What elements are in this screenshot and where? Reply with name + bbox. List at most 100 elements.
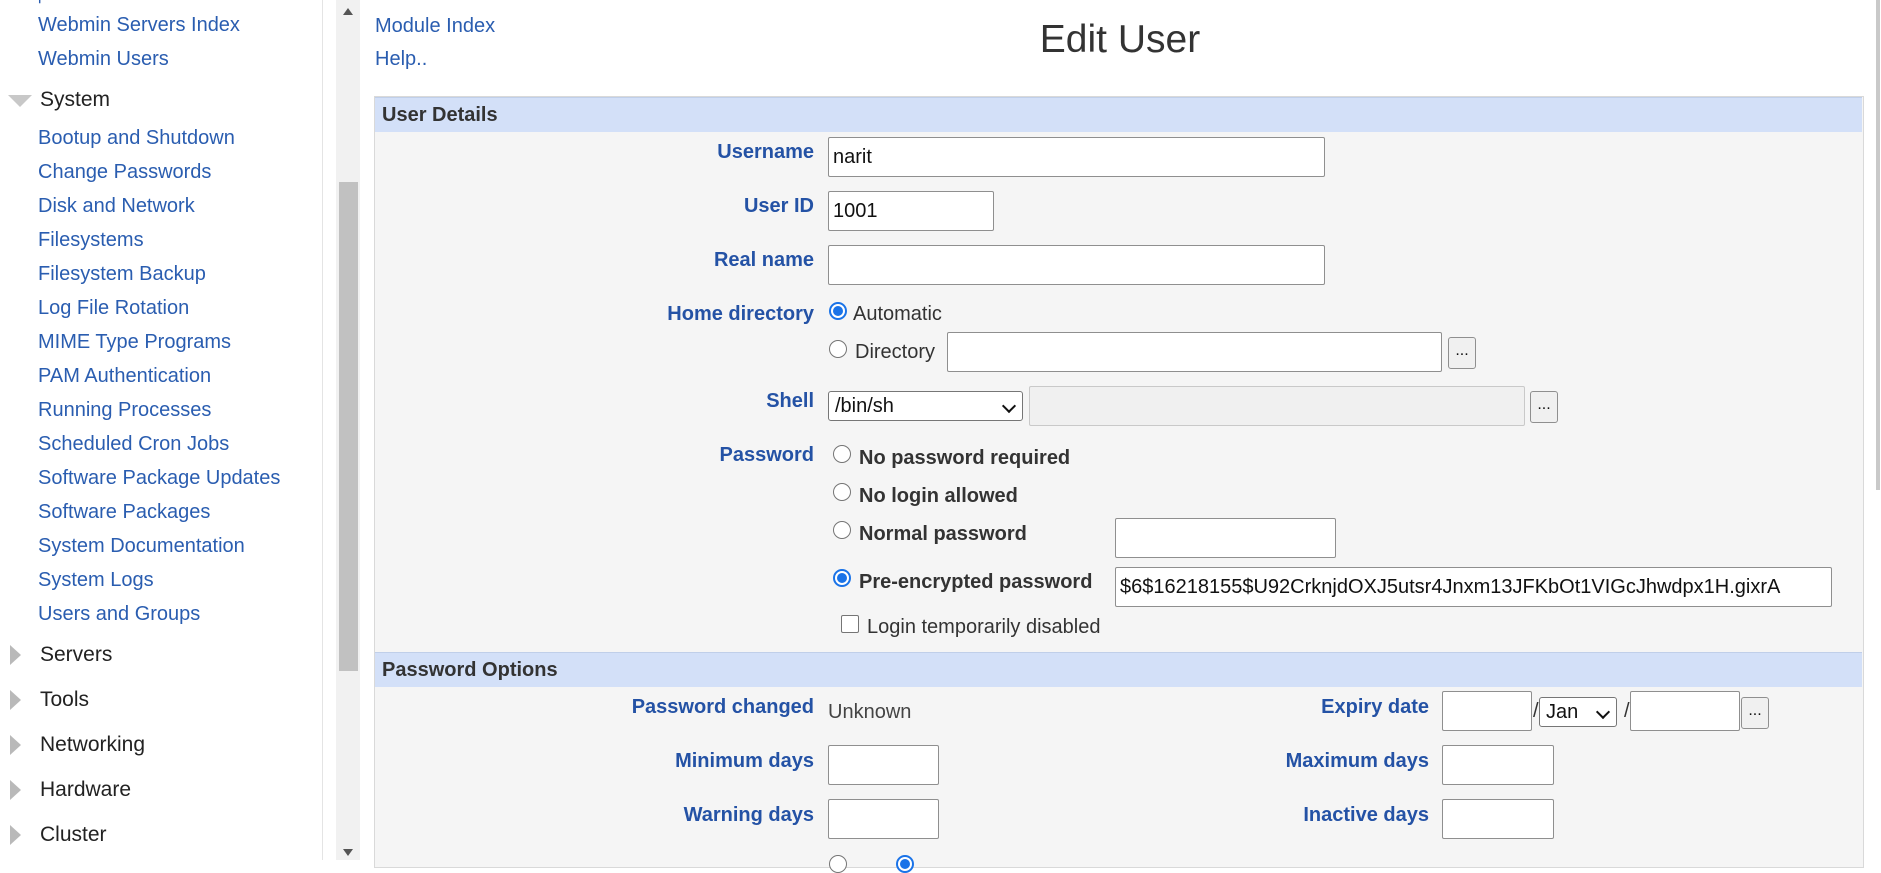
- module-index-link[interactable]: Module Index: [375, 15, 495, 38]
- date-separator: /: [1533, 700, 1539, 722]
- maximum-days-input[interactable]: [1442, 745, 1554, 785]
- collapsed-triangle-icon: [10, 825, 21, 845]
- inactive-days-label: Inactive days: [1303, 804, 1429, 826]
- password-changed-value: Unknown: [828, 701, 912, 723]
- sidebar-item-filesystem-backup[interactable]: Filesystem Backup: [38, 263, 206, 286]
- login-disabled-checkbox[interactable]: [841, 615, 859, 633]
- sidebar-item-disk-and-network[interactable]: Disk and Network: [38, 195, 195, 218]
- login-disabled-label: Login temporarily disabled: [867, 616, 1101, 638]
- sidebar-item-filesystems[interactable]: Filesystems: [38, 229, 144, 252]
- sidebar-category-servers[interactable]: Servers: [0, 641, 300, 671]
- shell-label: Shell: [766, 390, 814, 412]
- scrollbar-thumb[interactable]: [339, 182, 358, 671]
- home-directory-browse-button[interactable]: ...: [1448, 337, 1476, 369]
- section-title: User Details: [382, 104, 498, 126]
- username-input[interactable]: narit: [828, 137, 1325, 177]
- expiry-year-input[interactable]: [1630, 691, 1740, 731]
- sidebar-category-label: Hardware: [40, 778, 132, 801]
- collapsed-triangle-icon: [10, 735, 21, 755]
- minimum-days-input[interactable]: [828, 745, 939, 785]
- real-name-label: Real name: [713, 249, 814, 271]
- partial-radio[interactable]: [829, 855, 847, 873]
- collapsed-triangle-icon: [10, 690, 21, 710]
- pre-encrypted-password-radio[interactable]: [833, 569, 851, 587]
- sidebar-item-webmin-users[interactable]: Webmin Users: [38, 48, 169, 71]
- real-name-input[interactable]: [828, 245, 1325, 285]
- page-scrollbar-thumb[interactable]: [1876, 0, 1880, 490]
- chevron-down-icon: [1595, 704, 1611, 720]
- user-details-header: User Details: [375, 97, 1862, 132]
- scroll-up-arrow-icon[interactable]: [343, 8, 353, 15]
- section-title: Password Options: [382, 659, 558, 681]
- sidebar-category-tools[interactable]: Tools: [0, 686, 300, 716]
- sidebar-item-system-documentation[interactable]: System Documentation: [38, 535, 245, 558]
- sidebar-category-label: Cluster: [40, 823, 107, 846]
- password-options-header: Password Options: [375, 652, 1862, 687]
- edit-user-form: [374, 96, 1864, 868]
- shell-other-input: [1029, 386, 1525, 426]
- help-link[interactable]: Help..: [375, 48, 427, 71]
- collapsed-triangle-icon: [10, 645, 21, 665]
- expiry-month-value: Jan: [1546, 701, 1579, 723]
- sidebar-item-log-file-rotation[interactable]: Log File Rotation: [38, 297, 189, 320]
- normal-password-input[interactable]: [1115, 518, 1336, 558]
- home-directory-radio[interactable]: [829, 340, 847, 358]
- sidebar-item-running-processes[interactable]: Running Processes: [38, 399, 211, 422]
- user-id-input[interactable]: 1001: [828, 191, 994, 231]
- no-login-label: No login allowed: [859, 485, 1018, 507]
- expiry-date-picker-button[interactable]: ...: [1741, 697, 1769, 729]
- home-directory-label: Home directory: [667, 303, 814, 325]
- shell-browse-button[interactable]: ...: [1530, 391, 1558, 423]
- sidebar-item-scheduled-cron-jobs[interactable]: Scheduled Cron Jobs: [38, 433, 229, 456]
- sidebar-item-pam-authentication[interactable]: PAM Authentication: [38, 365, 211, 388]
- sidebar-item-system-logs[interactable]: System Logs: [38, 569, 154, 592]
- sidebar-item-software-packages[interactable]: Software Packages: [38, 501, 210, 524]
- partial-radio-selected[interactable]: [896, 855, 914, 873]
- pre-encrypted-password-input[interactable]: $6$16218155$U92CrknjdOXJ5utsr4Jnxm13JFKb…: [1115, 567, 1832, 607]
- pre-encrypted-password-label: Pre-encrypted password: [859, 571, 1093, 593]
- maximum-days-label: Maximum days: [1285, 750, 1429, 772]
- sidebar-item-webmin-servers-index[interactable]: Webmin Servers Index: [38, 14, 240, 37]
- sidebar-category-label: Tools: [40, 688, 90, 711]
- page-title: Edit User: [1039, 18, 1201, 61]
- password-label: Password: [719, 444, 814, 466]
- home-directory-option-label: Directory: [855, 341, 936, 363]
- sidebar-item-change-passwords[interactable]: Change Passwords: [38, 161, 211, 184]
- username-label: Username: [717, 141, 814, 163]
- expanded-triangle-icon: [8, 95, 32, 107]
- warning-days-input[interactable]: [828, 799, 939, 839]
- sidebar-item-partial[interactable]: ⌐: [38, 0, 50, 11]
- sidebar-category-label: Networking: [40, 733, 146, 756]
- sidebar-category-label: System: [40, 88, 111, 111]
- sidebar-category-hardware[interactable]: Hardware: [0, 776, 300, 806]
- sidebar-item-mime-type-programs[interactable]: MIME Type Programs: [38, 331, 231, 354]
- sidebar-category-label: Servers: [40, 643, 113, 666]
- minimum-days-label: Minimum days: [675, 750, 814, 772]
- expiry-month-select[interactable]: Jan: [1539, 697, 1617, 727]
- shell-select[interactable]: /bin/sh: [828, 391, 1023, 421]
- sidebar-category-networking[interactable]: Networking: [0, 731, 300, 761]
- user-id-label: User ID: [743, 195, 814, 217]
- inactive-days-input[interactable]: [1442, 799, 1554, 839]
- sidebar-category-cluster[interactable]: Cluster: [0, 821, 300, 851]
- normal-password-radio[interactable]: [833, 521, 851, 539]
- expiry-day-input[interactable]: [1442, 691, 1532, 731]
- warning-days-label: Warning days: [683, 804, 814, 826]
- scroll-down-arrow-icon[interactable]: [343, 849, 353, 856]
- sidebar-item-software-package-updates[interactable]: Software Package Updates: [38, 467, 280, 490]
- no-password-radio[interactable]: [833, 445, 851, 463]
- expiry-date-label: Expiry date: [1321, 696, 1429, 718]
- home-directory-input[interactable]: [947, 332, 1442, 372]
- sidebar-item-bootup-and-shutdown[interactable]: Bootup and Shutdown: [38, 127, 235, 150]
- shell-selected-value: /bin/sh: [835, 395, 894, 417]
- home-automatic-radio[interactable]: [829, 302, 847, 320]
- sidebar-item-users-and-groups[interactable]: Users and Groups: [38, 603, 200, 626]
- normal-password-label: Normal password: [859, 523, 1027, 545]
- no-password-label: No password required: [859, 447, 1071, 469]
- password-changed-label: Password changed: [631, 696, 814, 718]
- chevron-down-icon: [1001, 398, 1017, 414]
- no-login-radio[interactable]: [833, 483, 851, 501]
- sidebar-category-system[interactable]: System: [0, 86, 300, 116]
- home-automatic-label: Automatic: [853, 303, 942, 325]
- date-separator: /: [1624, 700, 1630, 722]
